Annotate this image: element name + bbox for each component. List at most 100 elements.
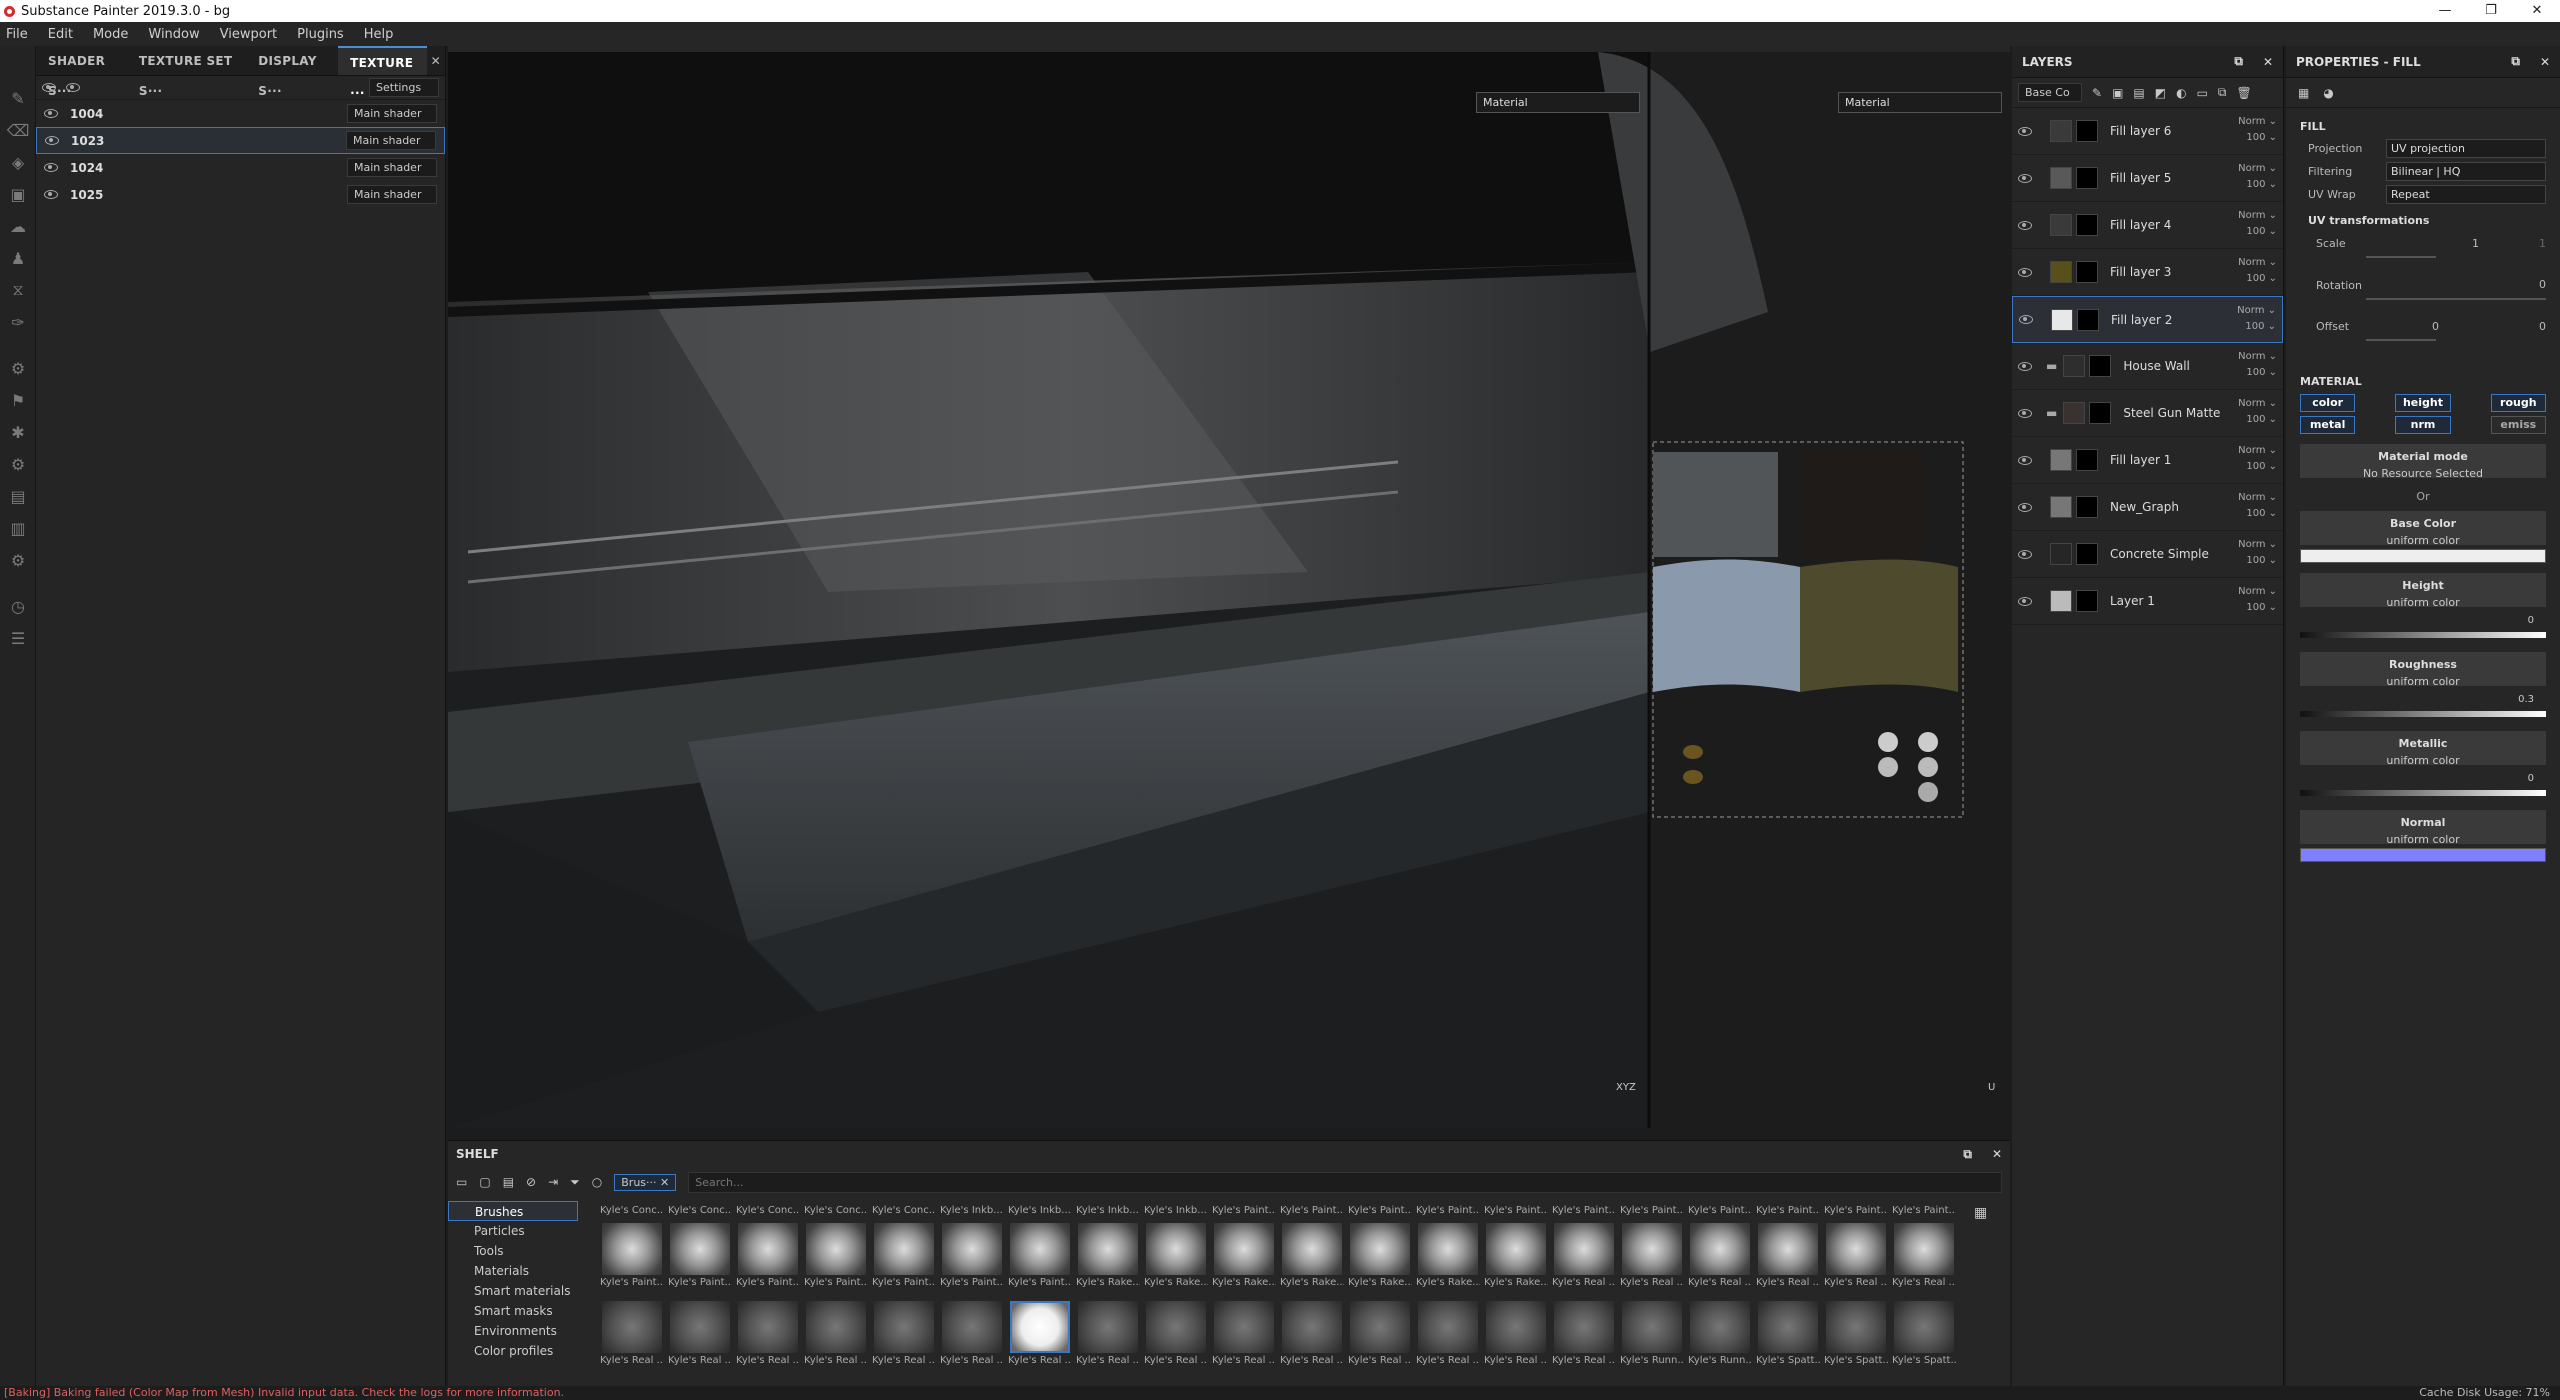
category-materials[interactable]: Materials — [448, 1261, 578, 1281]
base-color-swatch[interactable] — [2300, 549, 2546, 563]
blend-mode-dropdown[interactable]: Norm — [2238, 210, 2265, 221]
projection-dropdown[interactable]: UV projection — [2386, 139, 2546, 158]
geometry-mask-icon[interactable]: ▣ — [0, 178, 36, 210]
brush-preset[interactable]: Kyle's Real ... — [734, 1283, 802, 1366]
layer-row[interactable]: Fill layer 5 Norm ⌄ 100 ⌄ — [2012, 155, 2283, 202]
brush-preset[interactable]: Kyle's Paint... Kyle's Rake... — [1346, 1205, 1414, 1288]
height-slider[interactable] — [2300, 632, 2546, 638]
brush-preset[interactable]: Kyle's Runn... — [1618, 1283, 1686, 1366]
texture-set-row[interactable]: 1023 Main shader — [36, 127, 445, 154]
layer-row[interactable]: Fill layer 2 Norm ⌄ 100 ⌄ — [2012, 296, 2283, 343]
opacity-value[interactable]: 100 — [2246, 461, 2265, 472]
brush-preset[interactable]: Kyle's Spatt... — [1754, 1283, 1822, 1366]
brush-preset[interactable]: Kyle's Paint... Kyle's Real ... — [1618, 1205, 1686, 1288]
brush-preset[interactable]: Kyle's Conc... Kyle's Paint... — [870, 1205, 938, 1288]
brush-preset[interactable]: Kyle's Inkb... Kyle's Rake... — [1142, 1205, 1210, 1288]
save-icon[interactable]: ▤ — [503, 1175, 514, 1189]
viewport-2d-material-select[interactable]: Material — [1838, 92, 2002, 113]
viewport-3d-material-select[interactable]: Material — [1476, 92, 1640, 113]
brush-preset[interactable]: Kyle's Real ... — [666, 1283, 734, 1366]
brush-preset[interactable]: Kyle's Inkb... Kyle's Paint... — [1006, 1205, 1074, 1288]
metallic-slider[interactable] — [2300, 790, 2546, 796]
rotation-slider[interactable] — [2366, 298, 2546, 300]
add-folder-icon[interactable]: ▭ — [2197, 86, 2208, 100]
brush-preset[interactable]: Kyle's Inkb... Kyle's Paint... — [938, 1205, 1006, 1288]
layer-visibility-icon[interactable] — [2018, 220, 2032, 230]
float-panel-icon[interactable]: ⧉ — [2511, 54, 2520, 69]
brush-preset[interactable]: Kyle's Real ... — [938, 1283, 1006, 1366]
menu-file[interactable]: File — [6, 27, 28, 42]
photoshop-icon[interactable]: ▤ — [0, 480, 36, 512]
layer-visibility-icon[interactable] — [2018, 408, 2032, 418]
layer-visibility-icon[interactable] — [2019, 315, 2033, 324]
height-value[interactable]: 0 — [2286, 615, 2560, 626]
layer-row[interactable]: Fill layer 3 Norm ⌄ 100 ⌄ — [2012, 249, 2283, 296]
height-button[interactable]: Height uniform color — [2300, 573, 2546, 609]
roughness-value[interactable]: 0.3 — [2286, 694, 2560, 705]
maximize-button[interactable]: ❐ — [2468, 0, 2514, 22]
import-icon[interactable]: ⇥ — [548, 1175, 558, 1189]
eye-icon[interactable] — [44, 190, 58, 199]
brush-preset[interactable]: Kyle's Real ... — [870, 1283, 938, 1366]
layer-mask-thumbnail[interactable] — [2077, 308, 2099, 331]
brush-preset[interactable]: Kyle's Conc... Kyle's Paint... — [666, 1205, 734, 1288]
blend-mode-dropdown[interactable]: Norm — [2238, 445, 2265, 456]
float-panel-icon[interactable]: ⧉ — [1963, 1147, 1972, 1162]
uv-transformations-toggle[interactable]: UV transformations — [2286, 206, 2560, 231]
menu-viewport[interactable]: Viewport — [220, 27, 278, 42]
layer-row[interactable]: New_Graph Norm ⌄ 100 ⌄ — [2012, 484, 2283, 531]
folder-icon[interactable]: ▬ — [2046, 359, 2057, 373]
smudge-icon[interactable]: ☁ — [0, 210, 36, 242]
opacity-value[interactable]: 100 — [2246, 226, 2265, 237]
add-effect-icon[interactable]: ◐ — [2176, 86, 2186, 100]
brush-preset[interactable]: Kyle's Spatt... — [1822, 1283, 1890, 1366]
offset-v-value[interactable]: 0 — [2539, 320, 2546, 333]
color-picker-icon[interactable]: ✑ — [0, 306, 36, 338]
menu-plugins[interactable]: Plugins — [297, 27, 344, 42]
solo-visibility-icon[interactable] — [66, 83, 80, 92]
filter-icon[interactable]: ⏷ — [570, 1175, 580, 1190]
tab-display-settings[interactable]: DISPLAY S··· — [246, 46, 338, 98]
brush-preset[interactable]: Kyle's Paint... Kyle's Rake... — [1210, 1205, 1278, 1288]
layer-mask-thumbnail[interactable] — [2089, 355, 2112, 377]
duplicate-icon[interactable]: ⧉ — [2218, 85, 2227, 100]
brush-preset[interactable]: Kyle's Real ... — [1550, 1283, 1618, 1366]
channel-height-button[interactable]: height — [2395, 394, 2451, 412]
layer-visibility-icon[interactable] — [2018, 455, 2032, 465]
brush-preset[interactable]: Kyle's Paint... Kyle's Real ... — [1890, 1205, 1958, 1288]
channel-nrm-button[interactable]: nrm — [2395, 416, 2451, 434]
opacity-value[interactable]: 100 — [2246, 179, 2265, 190]
normal-color-swatch[interactable] — [2300, 848, 2546, 862]
channel-metal-button[interactable]: metal — [2300, 416, 2356, 434]
scale-slider[interactable] — [2366, 256, 2436, 258]
add-layer-icon[interactable]: ▤ — [2133, 86, 2144, 100]
metallic-button[interactable]: Metallic uniform color — [2300, 731, 2546, 767]
brush-preset[interactable]: Kyle's Real ... — [1278, 1283, 1346, 1366]
opacity-value[interactable]: 100 — [2246, 508, 2265, 519]
layer-mask-thumbnail[interactable] — [2089, 402, 2112, 424]
brush-preset[interactable]: Kyle's Runn... — [1686, 1283, 1754, 1366]
opacity-value[interactable]: 100 — [2246, 367, 2265, 378]
opacity-value[interactable]: 100 — [2246, 555, 2265, 566]
layer-row[interactable]: ▬ Steel Gun Matte Norm ⌄ 100 ⌄ — [2012, 390, 2283, 437]
visibility-toggle-all-icon[interactable] — [42, 83, 56, 92]
scale-value[interactable]: 1 — [2472, 237, 2479, 250]
script-icon[interactable]: ▥ — [0, 512, 36, 544]
tab-texture-set-settings[interactable]: TEXTURE SET S··· — [127, 46, 246, 98]
shelf-search-input[interactable] — [688, 1171, 2002, 1193]
grid-size-icon[interactable]: ▦ — [1974, 1205, 1987, 1221]
opacity-value[interactable]: 100 — [2245, 321, 2264, 332]
layer-row[interactable]: Fill layer 6 Norm ⌄ 100 ⌄ — [2012, 108, 2283, 155]
filtering-dropdown[interactable]: Bilinear | HQ — [2386, 162, 2546, 181]
channel-color-button[interactable]: color — [2300, 394, 2356, 412]
menu-help[interactable]: Help — [364, 27, 394, 42]
category-smart-materials[interactable]: Smart materials — [448, 1281, 578, 1301]
blend-mode-dropdown[interactable]: Norm — [2238, 492, 2265, 503]
layer-mask-thumbnail[interactable] — [2076, 449, 2098, 471]
new-resource-icon[interactable]: ▢ — [479, 1175, 490, 1189]
layer-row[interactable]: Layer 1 Norm ⌄ 100 ⌄ — [2012, 578, 2283, 625]
close-panel-icon[interactable]: ✕ — [1992, 1147, 2002, 1161]
eye-icon[interactable] — [45, 136, 59, 145]
offset-u-value[interactable]: 0 — [2432, 320, 2439, 333]
layer-mask-thumbnail[interactable] — [2076, 261, 2098, 283]
